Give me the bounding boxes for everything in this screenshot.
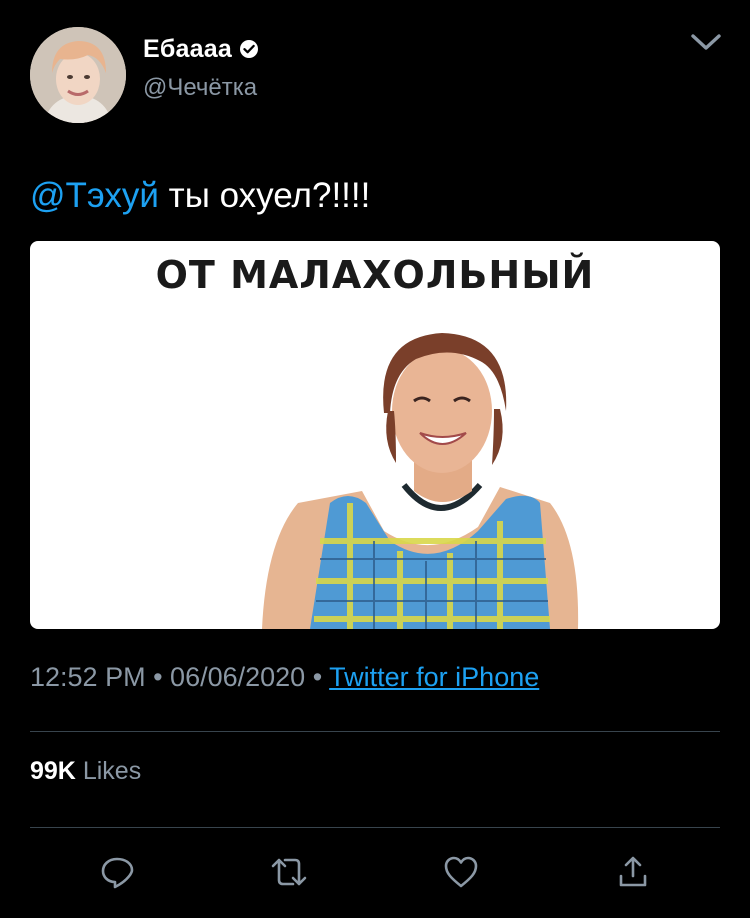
media-caption: ОТ МАЛАХОЛЬНЫЙ xyxy=(155,253,595,297)
tweet-container: Ебаааа @Чечётка @Тэхуй ты охуел?!!!! ОТ … xyxy=(0,0,750,918)
tweet-date: 06/06/2020 xyxy=(170,662,306,692)
meta-separator: • xyxy=(305,662,330,692)
retweet-button[interactable] xyxy=(269,852,309,892)
divider xyxy=(30,827,720,828)
likes-stat[interactable]: 99K Likes xyxy=(30,757,141,786)
avatar[interactable] xyxy=(30,27,126,123)
reply-icon xyxy=(101,857,134,889)
smiling-woman-photo xyxy=(262,333,579,629)
retweet-icon xyxy=(271,858,307,886)
meta-separator: • xyxy=(145,662,171,692)
tweet-meta: 12:52 PM • 06/06/2020 • Twitter for iPho… xyxy=(30,662,539,693)
mention-link[interactable]: @Тэхуй xyxy=(30,176,159,215)
user-handle[interactable]: @Чечётка xyxy=(143,74,257,102)
tweet-media[interactable]: ОТ МАЛАХОЛЬНЫЙ xyxy=(30,241,720,629)
avatar-image xyxy=(30,27,126,123)
likes-label: Likes xyxy=(82,757,142,785)
tweet-time: 12:52 PM xyxy=(30,662,146,692)
verified-badge-icon xyxy=(239,40,258,58)
chevron-down-icon[interactable] xyxy=(689,30,723,54)
display-name-row[interactable]: Ебаааа xyxy=(143,32,259,66)
likes-count: 99K xyxy=(30,757,76,785)
like-button[interactable] xyxy=(441,852,481,892)
source-link[interactable]: Twitter for iPhone xyxy=(329,662,539,692)
tweet-text: @Тэхуй ты охуел?!!!! xyxy=(30,176,370,216)
reply-button[interactable] xyxy=(97,852,137,892)
heart-icon xyxy=(444,856,478,888)
share-icon xyxy=(619,856,647,887)
display-name[interactable]: Ебаааа xyxy=(143,35,232,64)
share-button[interactable] xyxy=(613,852,653,892)
tweet-body-text: ты охуел?!!!! xyxy=(158,176,371,215)
divider xyxy=(30,731,720,732)
